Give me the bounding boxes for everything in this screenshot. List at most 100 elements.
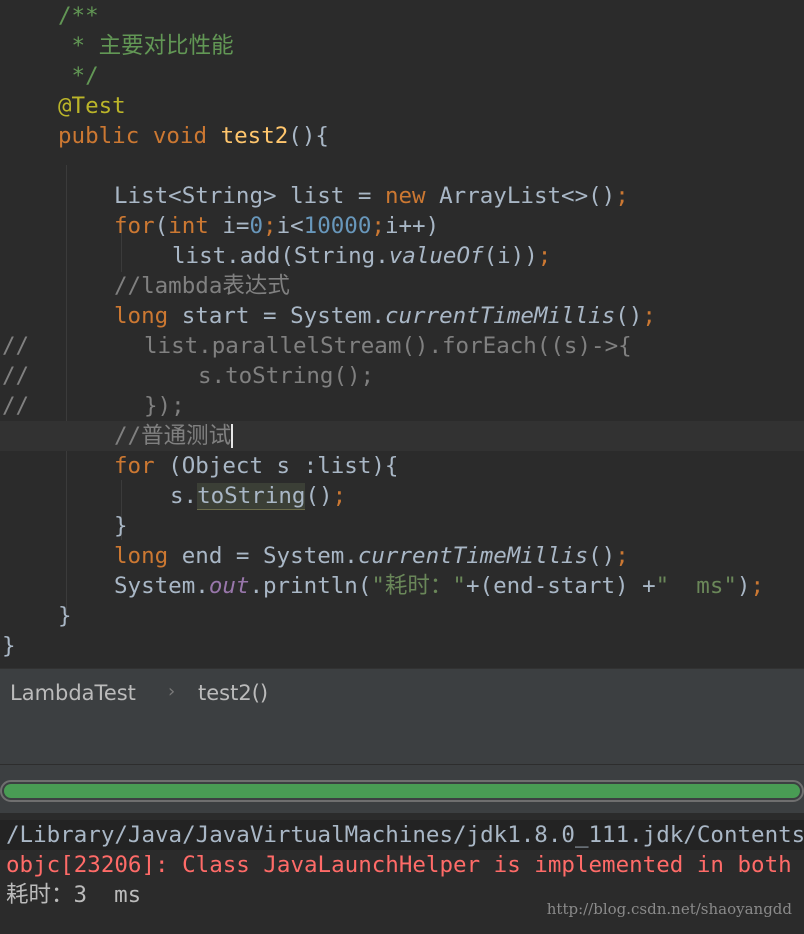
code-token: s.	[170, 483, 198, 509]
code-token: ()	[305, 483, 333, 509]
code-line: /**	[0, 1, 804, 31]
code-line: list.add(String.valueOf(i));	[0, 241, 804, 271]
code-token: list.parallelStream().forEach((s)->{	[144, 333, 632, 359]
text-caret	[231, 424, 234, 448]
comment-marker: //	[2, 393, 30, 419]
code-token: //普通测试	[114, 423, 232, 449]
code-token: currentTimeMillis	[384, 303, 616, 329]
code-token: ;	[371, 213, 385, 239]
code-text: }	[2, 631, 16, 661]
code-line: // list.parallelStream().forEach((s)->{	[0, 331, 804, 361]
code-token: }	[114, 513, 128, 539]
code-token: end = System.	[181, 543, 358, 569]
code-token: /**	[58, 3, 99, 29]
code-line: s.toString();	[0, 481, 804, 511]
console-error-line: objc[23206]: Class JavaLaunchHelper is i…	[6, 852, 792, 878]
code-token: (){	[288, 123, 329, 149]
code-line: //lambda表达式	[0, 271, 804, 301]
code-line: long end = System.currentTimeMillis();	[0, 541, 804, 571]
console-output-line: 耗时：3 ms	[6, 882, 142, 908]
code-token: ;	[332, 483, 347, 509]
code-token: test2	[220, 123, 289, 149]
code-token: ;	[615, 183, 629, 209]
code-token: new	[384, 183, 440, 209]
code-token: i=	[222, 213, 250, 239]
code-token: ;	[615, 543, 629, 569]
code-token: int	[168, 213, 223, 239]
code-token: 0	[249, 213, 264, 239]
code-token: ;	[642, 303, 656, 329]
chevron-right-icon: ›	[168, 681, 176, 702]
code-text: list.parallelStream().forEach((s)->{	[144, 331, 632, 361]
run-progress-area	[0, 765, 804, 813]
code-text: long end = System.currentTimeMillis();	[114, 541, 629, 571]
code-text: s.toString();	[198, 361, 374, 391]
code-text: });	[144, 391, 185, 421]
code-token: long	[114, 543, 182, 569]
code-editor[interactable]: /** * 主要对比性能 */@Test public void test2(){…	[0, 0, 804, 668]
breadcrumb-method[interactable]: test2()	[198, 681, 268, 705]
code-token: i++)	[384, 213, 440, 239]
code-token: toString	[197, 483, 306, 510]
code-token: "耗时："	[371, 573, 466, 599]
code-token: }	[2, 633, 16, 659]
code-line: //});	[0, 391, 804, 421]
code-token: System.	[114, 573, 209, 599]
code-text: }	[114, 511, 128, 541]
code-token: currentTimeMillis	[357, 543, 589, 569]
code-text: /**	[58, 1, 99, 31]
code-token: * 主要对比性能	[58, 33, 234, 59]
code-token: for	[114, 213, 155, 239]
code-token: for	[114, 453, 169, 479]
code-text: long start = System.currentTimeMillis();	[114, 301, 656, 331]
code-line: for (Object s :list){	[0, 451, 804, 481]
code-token: out	[208, 573, 250, 599]
code-token: ;	[750, 573, 765, 599]
code-token: valueOf	[388, 243, 484, 269]
code-line: */	[0, 61, 804, 91]
code-token: start = System.	[181, 303, 385, 329]
code-text: }	[58, 601, 72, 631]
code-text: //lambda表达式	[114, 271, 290, 301]
run-progress-fill	[4, 784, 800, 798]
code-token: 10000	[303, 213, 372, 239]
code-token: }	[58, 603, 72, 629]
code-text: s.toString();	[170, 481, 346, 511]
breadcrumb: LambdaTest › test2()	[0, 668, 804, 720]
code-token: //lambda表达式	[114, 273, 290, 299]
code-text: for (Object s :list){	[114, 451, 398, 481]
breadcrumb-class[interactable]: LambdaTest	[10, 681, 136, 705]
code-text: */	[58, 61, 99, 91]
code-text: * 主要对比性能	[58, 31, 234, 61]
code-token: ()	[615, 303, 643, 329]
code-token: i<	[276, 213, 304, 239]
code-text: public void test2(){	[58, 121, 329, 151]
comment-marker: //	[2, 363, 30, 389]
code-line: * 主要对比性能	[0, 31, 804, 61]
code-text: //普通测试	[114, 421, 234, 451]
code-text: @Test	[58, 91, 126, 121]
code-token: (	[154, 213, 169, 239]
code-token: });	[144, 393, 185, 419]
console-command-line: /Library/Java/JavaVirtualMachines/jdk1.8…	[0, 820, 804, 850]
code-token: */	[58, 63, 99, 89]
code-line: // s.toString();	[0, 361, 804, 391]
code-token: List<String> list =	[114, 183, 385, 209]
code-text: list.add(String.valueOf(i));	[172, 241, 551, 271]
comment-marker: //	[2, 333, 30, 359]
code-token: " ms"	[655, 573, 737, 599]
code-token: ;	[537, 243, 552, 269]
code-token: (Object s :list){	[168, 453, 399, 479]
code-token: .println(	[249, 573, 372, 599]
code-token: ;	[263, 213, 277, 239]
code-token: public void	[58, 123, 221, 149]
code-line: long start = System.currentTimeMillis();	[0, 301, 804, 331]
code-token: ()	[588, 543, 616, 569]
run-toolbar	[0, 719, 804, 765]
code-line: }	[0, 511, 804, 541]
code-text: for(int i=0;i<10000;i++)	[114, 211, 439, 241]
code-token: s.toString();	[198, 363, 375, 389]
run-console[interactable]: /Library/Java/JavaVirtualMachines/jdk1.8…	[0, 813, 804, 934]
code-line: }	[0, 601, 804, 631]
code-text: List<String> list = new ArrayList<>();	[114, 181, 629, 211]
